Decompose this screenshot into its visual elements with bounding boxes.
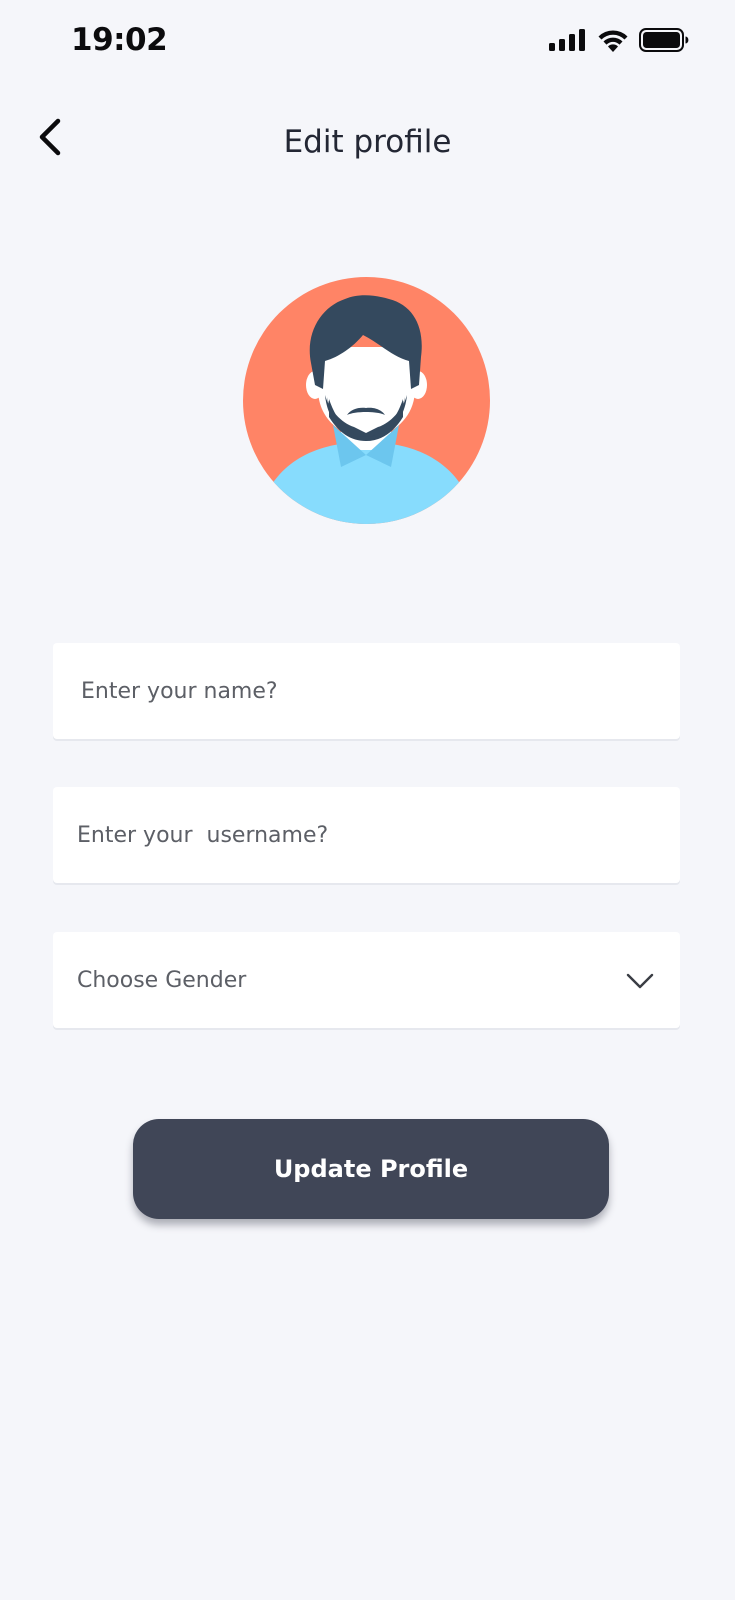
- name-field[interactable]: [53, 643, 680, 739]
- avatar[interactable]: [243, 277, 490, 524]
- user-avatar-icon: [243, 277, 490, 524]
- update-profile-button[interactable]: Update Profile: [133, 1119, 609, 1219]
- status-icons: [549, 28, 689, 52]
- gender-select[interactable]: Choose Gender: [53, 932, 680, 1028]
- cellular-signal-icon: [549, 29, 585, 51]
- status-time: 19:02: [71, 22, 168, 58]
- gender-select-label: Choose Gender: [77, 967, 247, 993]
- battery-icon: [639, 28, 689, 52]
- page-title: Edit profile: [283, 124, 452, 160]
- chevron-down-icon: [626, 973, 654, 989]
- name-input[interactable]: [53, 643, 680, 739]
- username-input[interactable]: [53, 787, 680, 883]
- wifi-icon: [598, 30, 628, 52]
- username-field[interactable]: [53, 787, 680, 883]
